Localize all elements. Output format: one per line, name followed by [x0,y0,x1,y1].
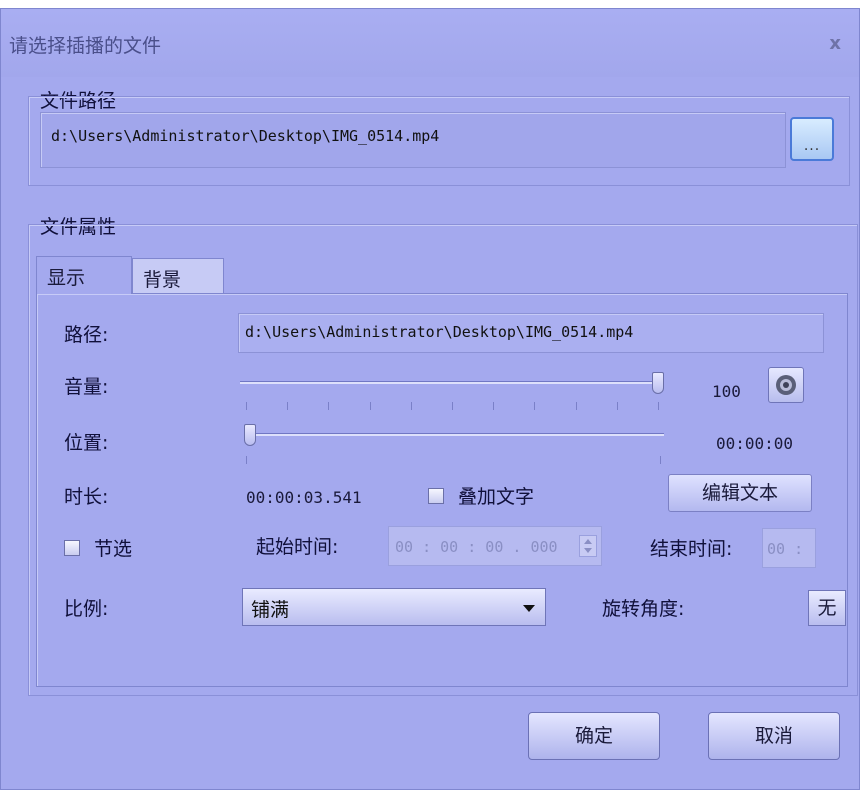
overlay-text-label: 叠加文字 [458,486,535,508]
browse-button[interactable]: ... [790,117,834,161]
volume-tick [452,402,453,410]
edit-text-button[interactable]: 编辑文本 [668,474,812,512]
volume-tick [534,402,536,410]
volume-tick [287,402,289,410]
segment-label: 节选 [94,538,133,560]
end-time-label: 结束时间: [650,538,733,560]
volume-tick [369,402,371,410]
title-bar[interactable]: 请选择插播的文件 x [1,9,859,77]
tab-background[interactable]: 背景 [132,258,224,294]
ratio-select-value: 铺满 [251,599,290,621]
position-label: 位置: [64,432,109,454]
chevron-down-icon [523,605,535,612]
position-value: 00:00:00 [716,434,794,453]
ratio-select[interactable]: 铺满 [242,588,546,626]
position-slider-track[interactable] [244,433,664,436]
volume-tick [328,402,330,410]
dialog-title: 请选择插播的文件 [9,35,162,57]
tab-display-label: 显示 [47,267,86,289]
start-time-input[interactable]: 00 : 00 : 00 . 000 [388,526,602,566]
rotation-button[interactable]: 无 [808,590,846,626]
speaker-icon [776,375,796,395]
rotation-label: 旋转角度: [602,598,685,620]
close-button[interactable]: x [829,33,841,54]
volume-label: 音量: [64,376,109,398]
start-time-value: 00 : 00 : 00 . 000 [395,538,558,556]
overlay-text-checkbox[interactable] [428,488,444,504]
start-time-spinner[interactable] [579,535,597,557]
tab-display[interactable]: 显示 [36,256,132,294]
volume-tick [246,402,247,410]
end-time-value: 00 : [767,540,804,558]
volume-tick [658,402,659,410]
segment-checkbox[interactable] [64,540,80,556]
file-path-value: d:\Users\Administrator\Desktop\IMG_0514.… [51,127,440,145]
duration-value: 00:00:03.541 [246,488,362,507]
speaker-button[interactable] [768,367,804,403]
volume-tick [410,402,412,410]
ok-button[interactable]: 确定 [528,712,660,760]
volume-tick [493,402,495,410]
path-label: 路径: [64,324,109,346]
tab-background-label: 背景 [143,269,182,291]
position-slider-thumb[interactable] [244,424,256,446]
volume-slider-thumb[interactable] [652,372,664,394]
volume-slider-track[interactable] [240,381,660,384]
end-time-input[interactable]: 00 : [762,528,816,568]
volume-tick [616,402,618,410]
start-time-label: 起始时间: [256,536,339,558]
file-path-field[interactable]: d:\Users\Administrator\Desktop\IMG_0514.… [40,112,786,168]
ratio-label: 比例: [64,598,109,620]
duration-label: 时长: [64,486,109,508]
volume-tick [575,402,577,410]
path-value: d:\Users\Administrator\Desktop\IMG_0514.… [245,323,634,341]
position-tick-end [660,456,661,464]
cancel-button[interactable]: 取消 [708,712,840,760]
volume-value: 100 [712,382,741,401]
path-field[interactable]: d:\Users\Administrator\Desktop\IMG_0514.… [238,313,824,353]
position-tick-start [246,456,247,464]
